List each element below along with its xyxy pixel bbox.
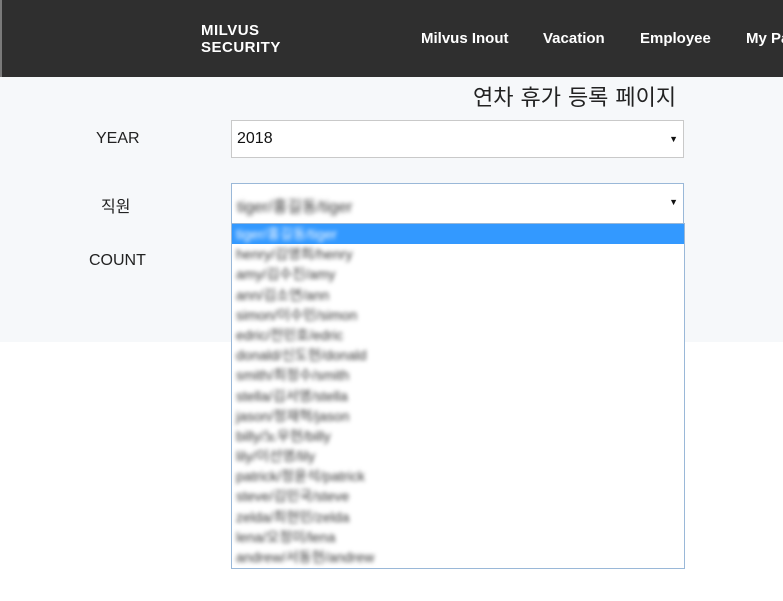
- dropdown-option[interactable]: henry/김영희/henry: [232, 244, 684, 264]
- employee-dropdown-list: tiger/홍길동/tiger henry/김영희/henry amy/김수진/…: [231, 223, 685, 569]
- dropdown-option[interactable]: edric/전민호/edric: [232, 325, 684, 345]
- dropdown-option[interactable]: andrew/서동현/andrew: [232, 547, 684, 567]
- page-title: 연차 휴가 등록 페이지: [473, 86, 677, 111]
- employee-select[interactable]: tiger/홍길동/tiger ▼: [231, 183, 684, 224]
- count-label: COUNT: [89, 252, 146, 269]
- nav-item-vacation[interactable]: Vacation: [543, 30, 605, 47]
- employee-select-value: tiger/홍길동/tiger: [237, 199, 353, 216]
- top-navbar: MILVUS SECURITY Milvus Inout Vacation Em…: [0, 0, 783, 77]
- employee-label: 직원: [101, 199, 131, 216]
- main-nav: Milvus Inout Vacation Employee My Pa: [0, 30, 783, 50]
- dropdown-option[interactable]: lily/이선영/lily: [232, 446, 684, 466]
- chevron-down-icon: ▼: [669, 134, 678, 144]
- dropdown-option[interactable]: jason/정재혁/jason: [232, 406, 684, 426]
- dropdown-option[interactable]: zelda/최현민/zelda: [232, 507, 684, 527]
- dropdown-option[interactable]: lena/오정미/lena: [232, 527, 684, 547]
- dropdown-option[interactable]: tiger/홍길동/tiger: [232, 224, 684, 245]
- dropdown-option[interactable]: steve/김민국/steve: [232, 486, 684, 506]
- dropdown-option[interactable]: ann/김소연/ann: [232, 285, 684, 305]
- nav-item-milvus-inout[interactable]: Milvus Inout: [421, 30, 509, 47]
- year-label: YEAR: [96, 130, 140, 147]
- year-select[interactable]: 2018 ▼: [231, 120, 684, 158]
- dropdown-option[interactable]: amy/김수진/amy: [232, 264, 684, 284]
- nav-item-my-page[interactable]: My Pa: [746, 30, 783, 47]
- dropdown-option[interactable]: smith/최정수/smith: [232, 365, 684, 385]
- year-select-value: 2018: [237, 130, 273, 147]
- chevron-down-icon: ▼: [669, 197, 678, 207]
- dropdown-option[interactable]: billy/노우현/billy: [232, 426, 684, 446]
- dropdown-option[interactable]: simon/이수민/simon: [232, 305, 684, 325]
- nav-item-employee[interactable]: Employee: [640, 30, 711, 47]
- dropdown-option[interactable]: stella/김서영/stella: [232, 386, 684, 406]
- dropdown-option[interactable]: donald/신도현/donald: [232, 345, 684, 365]
- dropdown-option[interactable]: patrick/정윤석/patrick: [232, 466, 684, 486]
